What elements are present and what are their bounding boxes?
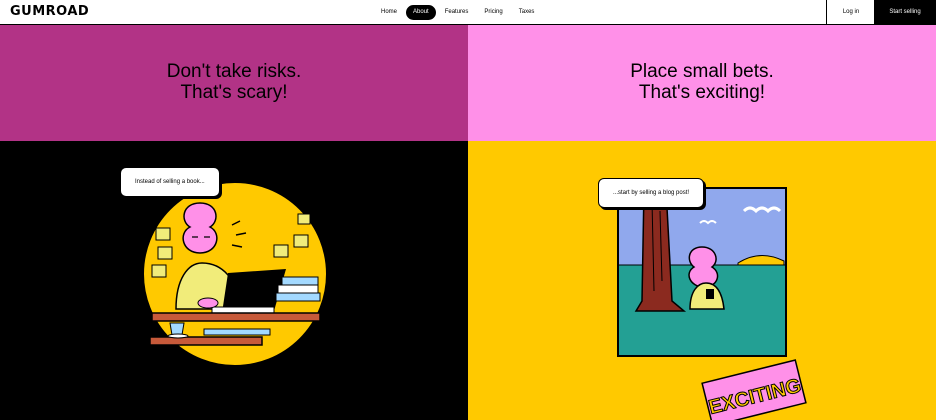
book-illustration-panel: Instead of selling a book... [0,141,468,420]
risks-headline-line2: That's scary! [180,82,288,103]
book-speech-bubble: Instead of selling a book... [120,167,220,197]
risks-headline-line1: Don't take risks. [166,61,302,82]
blog-speech-bubble: ...start by selling a blog post! [598,178,705,208]
nav-links: Home About Features Pricing Taxes [374,5,541,20]
login-button[interactable]: Log in [826,0,875,24]
risks-headline: Don't take risks. That's scary! [0,61,468,103]
nav-features[interactable]: Features [438,5,476,20]
book-writer-illustration [142,181,328,367]
bets-headline-line1: Place small bets. [630,61,774,82]
bets-headline: Place small bets. That's exciting! [468,61,936,103]
bets-panel: Place small bets. That's exciting! [468,25,936,141]
nav-about[interactable]: About [406,5,436,20]
bets-headline-line2: That's exciting! [638,82,766,103]
nav-pricing[interactable]: Pricing [477,5,509,20]
blog-illustration-panel: EXCITING ...start by selling a blog post… [468,141,936,420]
top-nav: GUMROAD Home About Features Pricing Taxe… [0,0,936,25]
gumroad-logo[interactable]: GUMROAD [10,5,89,19]
nav-taxes[interactable]: Taxes [512,5,542,20]
nav-home[interactable]: Home [374,5,404,20]
risks-panel: Don't take risks. That's scary! [0,25,468,141]
start-selling-button[interactable]: Start selling [874,0,936,24]
